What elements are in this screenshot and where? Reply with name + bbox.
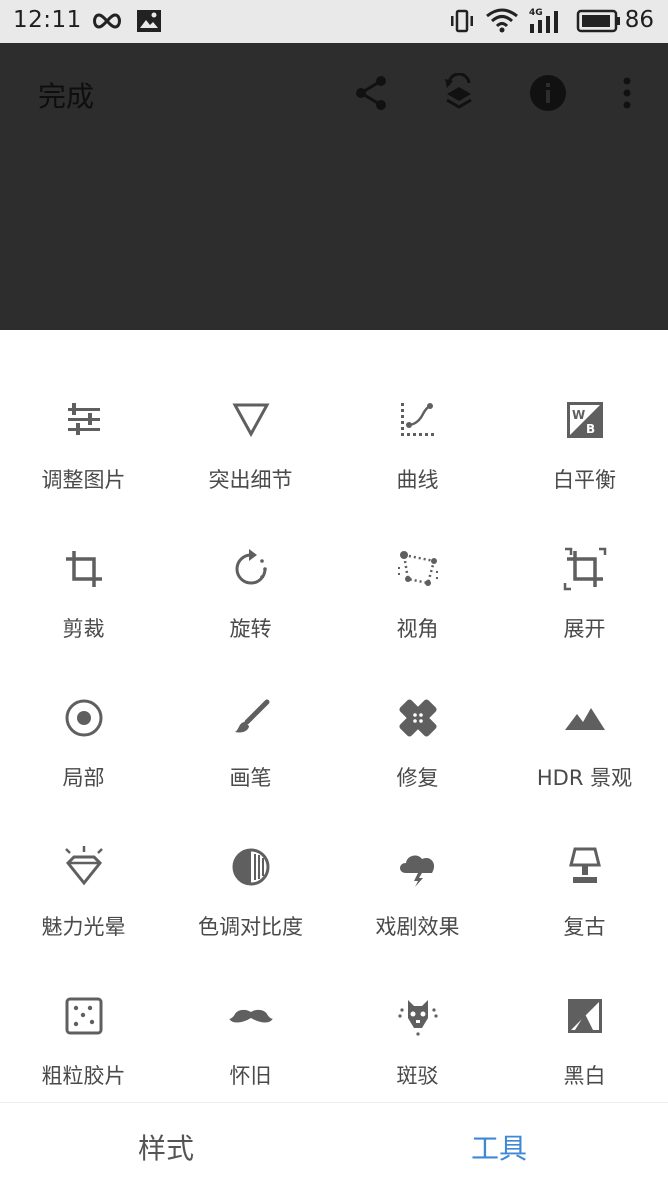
- tool-healing[interactable]: 修复: [334, 696, 501, 845]
- tool-label: 白平衡: [553, 468, 616, 492]
- gallery-notification-icon: [137, 10, 161, 32]
- tool-tonal-contrast[interactable]: 色调对比度: [167, 845, 334, 994]
- undo-stack-icon[interactable]: [439, 73, 479, 113]
- tool-label: 修复: [396, 766, 439, 790]
- details-triangle-icon: [231, 403, 270, 438]
- tool-label: HDR 景观: [536, 766, 633, 790]
- healing-bandage-icon: [398, 699, 437, 737]
- tool-details[interactable]: 突出细节: [167, 398, 334, 547]
- tool-rotate[interactable]: 旋转: [167, 547, 334, 696]
- crop-icon: [65, 551, 102, 587]
- tool-white-balance[interactable]: W B 白平衡: [501, 398, 668, 547]
- tool-label: 局部: [62, 766, 105, 790]
- tool-label: 戏剧效果: [375, 915, 460, 939]
- tool-label: 色调对比度: [198, 915, 303, 939]
- rotate-icon: [235, 549, 267, 585]
- infinity-icon: [93, 13, 121, 29]
- hdr-mountain-icon: [564, 708, 605, 730]
- info-icon[interactable]: [528, 73, 568, 113]
- tool-selective[interactable]: 局部: [0, 696, 167, 845]
- tool-label: 斑驳: [396, 1064, 439, 1088]
- tool-label: 剪裁: [62, 617, 105, 641]
- svg-text:W: W: [572, 408, 585, 422]
- tool-label: 魅力光晕: [41, 915, 126, 939]
- retrolux-mustache-icon: [228, 1009, 273, 1023]
- tool-glamour-glow[interactable]: 魅力光晕: [0, 845, 167, 994]
- battery-percent: 86: [624, 7, 654, 33]
- black-white-icon: [567, 999, 602, 1033]
- tool-crop[interactable]: 剪裁: [0, 547, 167, 696]
- vintage-lamp-icon: [568, 847, 601, 883]
- vibrate-icon: [451, 9, 473, 33]
- tool-label: 怀旧: [229, 1064, 272, 1088]
- more-icon[interactable]: [607, 73, 647, 113]
- grainy-film-icon: [65, 997, 102, 1035]
- tool-label: 展开: [563, 617, 606, 641]
- svg-text:B: B: [586, 422, 595, 436]
- tool-label: 粗粒胶片: [41, 1064, 126, 1088]
- tool-label: 视角: [396, 617, 439, 641]
- tune-sliders-icon: [67, 403, 100, 435]
- selective-icon: [65, 699, 102, 737]
- grunge-icon: [397, 1000, 438, 1036]
- bottom-tab-bar: 样式 工具: [0, 1102, 668, 1192]
- white-balance-icon: W B: [566, 402, 603, 438]
- tab-styles[interactable]: 样式: [138, 1127, 194, 1167]
- tool-label: 曲线: [396, 468, 439, 492]
- curves-icon: [400, 403, 434, 436]
- signal-icon: [530, 11, 558, 33]
- tool-tune-image[interactable]: 调整图片: [0, 398, 167, 547]
- tool-label: 旋转: [229, 617, 272, 641]
- glamour-glow-icon: [64, 846, 103, 886]
- status-bar: 12:11 4G 86: [0, 0, 668, 43]
- tool-curves[interactable]: 曲线: [334, 398, 501, 547]
- tool-label: 画笔: [229, 766, 272, 790]
- tool-brush[interactable]: 画笔: [167, 696, 334, 845]
- share-icon[interactable]: [351, 73, 391, 113]
- tool-expand[interactable]: 展开: [501, 547, 668, 696]
- tab-tools[interactable]: 工具: [471, 1127, 527, 1167]
- tool-perspective[interactable]: 视角: [334, 547, 501, 696]
- done-button[interactable]: 完成: [38, 75, 94, 115]
- status-time: 12:11: [13, 7, 82, 33]
- tool-hdr[interactable]: HDR 景观: [501, 696, 668, 845]
- wifi-icon: [486, 8, 518, 33]
- tool-label: 黑白: [563, 1064, 606, 1088]
- tool-label: 复古: [563, 915, 606, 939]
- editor-header: 完成: [0, 43, 668, 330]
- tonal-contrast-icon: [232, 848, 269, 886]
- tool-label: 调整图片: [41, 468, 126, 492]
- tools-grid: 调整图片 突出细节 曲线 W B 白平衡 剪裁 旋转 视角 展开 局部 画笔 修…: [0, 330, 668, 1102]
- brush-icon: [234, 699, 269, 733]
- tool-label: 突出细节: [208, 468, 293, 492]
- expand-icon: [563, 547, 606, 591]
- tool-drama[interactable]: 戏剧效果: [334, 845, 501, 994]
- battery-icon: [576, 9, 620, 33]
- drama-cloud-icon: [399, 855, 434, 887]
- perspective-icon: [397, 551, 438, 586]
- tool-vintage[interactable]: 复古: [501, 845, 668, 994]
